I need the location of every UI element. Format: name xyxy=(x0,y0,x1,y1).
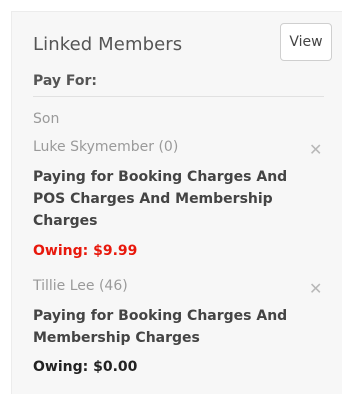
member-name: Luke Skymember (0) xyxy=(33,139,179,155)
member-description: Paying for Booking Charges And Membershi… xyxy=(33,308,288,346)
linked-members-panel: Linked Members View Pay For: Son Luke Sk… xyxy=(11,11,342,394)
close-icon[interactable]: ✕ xyxy=(309,281,322,297)
close-icon[interactable]: ✕ xyxy=(309,142,322,158)
member-description: Paying for Booking Charges And POS Charg… xyxy=(33,169,288,229)
member-name: Tillie Lee (46) xyxy=(33,278,128,294)
panel-title: Linked Members xyxy=(33,34,183,55)
divider xyxy=(33,96,324,97)
owing-amount: Owing: $9.99 xyxy=(33,243,138,259)
owing-amount: Owing: $0.00 xyxy=(33,359,138,375)
relation-label: Son xyxy=(33,111,60,127)
pay-for-heading: Pay For: xyxy=(33,73,98,89)
view-button[interactable]: View xyxy=(280,23,332,61)
